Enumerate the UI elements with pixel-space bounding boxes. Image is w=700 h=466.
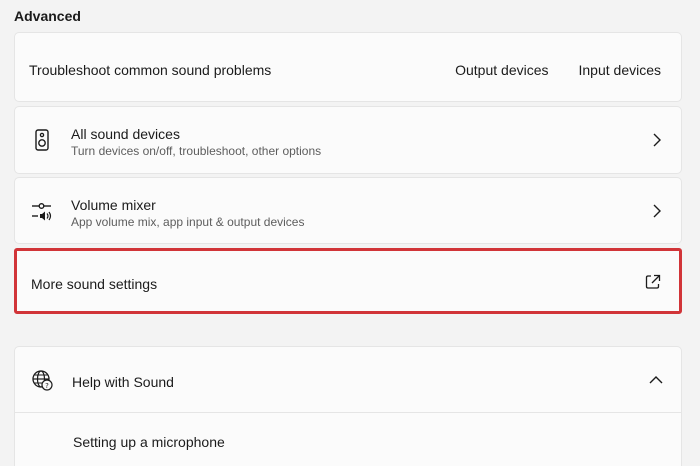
row-subtitle: Turn devices on/off, troubleshoot, other… [71,144,322,158]
help-title: Help with Sound [72,374,174,390]
help-with-sound-card: ? Help with Sound Setting up a microphon… [14,346,682,466]
chevron-right-icon [653,133,661,147]
chevron-up-icon[interactable] [649,375,663,385]
troubleshoot-label: Troubleshoot common sound problems [29,62,272,78]
open-external-icon [645,274,661,289]
row-subtitle: App volume mix, app input & output devic… [71,215,305,229]
chevron-right-icon [653,204,661,218]
setting-up-microphone-link[interactable]: Setting up a microphone [73,434,225,450]
section-title: Advanced [14,8,81,24]
volume-mixer-row[interactable]: Volume mixer App volume mix, app input &… [14,177,682,244]
row-title: All sound devices [71,126,180,142]
troubleshoot-card: Troubleshoot common sound problems Outpu… [14,32,682,102]
input-devices-link[interactable]: Input devices [579,62,662,78]
help-header[interactable]: ? Help with Sound [15,347,681,413]
row-text: All sound devices Turn devices on/off, t… [71,126,321,159]
globe-help-icon: ? [32,370,53,391]
row-title: Volume mixer [71,197,156,213]
output-devices-link[interactable]: Output devices [455,62,548,78]
svg-text:?: ? [45,382,49,390]
more-sound-settings-row[interactable]: More sound settings [14,248,682,314]
row-text: Volume mixer App volume mix, app input &… [71,197,304,230]
all-sound-devices-row[interactable]: All sound devices Turn devices on/off, t… [14,106,682,174]
volume-mixer-icon [31,198,53,224]
troubleshoot-links: Output devices Input devices [455,62,661,78]
speaker-icon [31,127,53,153]
more-sound-settings-label: More sound settings [31,276,158,292]
